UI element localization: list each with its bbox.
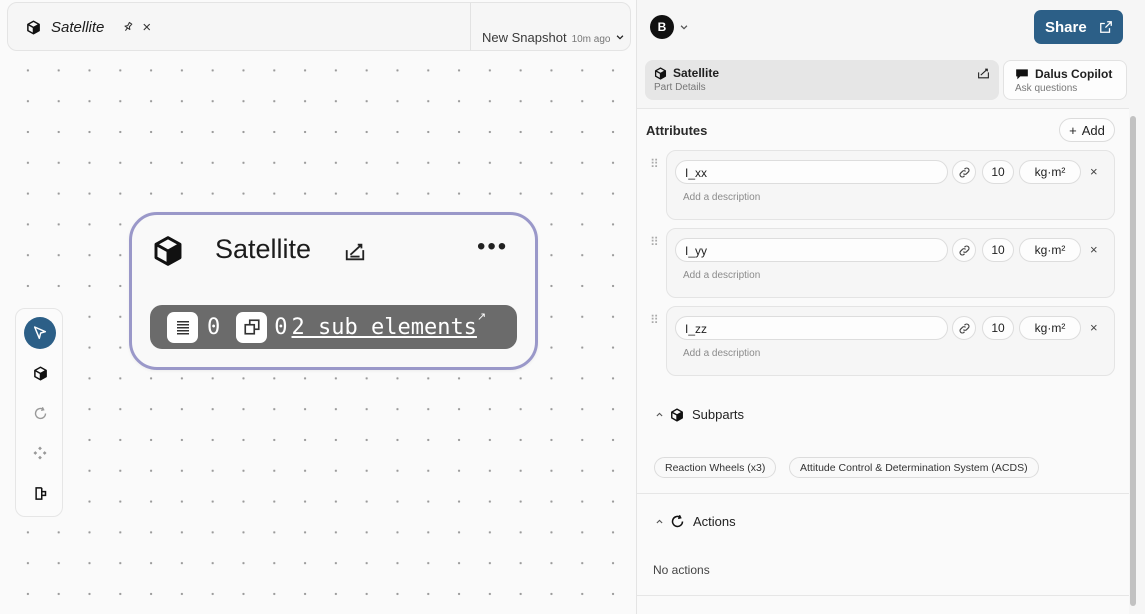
add-label: Add: [1081, 122, 1105, 138]
attribute-value-input[interactable]: 10: [982, 316, 1014, 340]
share-label: Share: [1045, 18, 1087, 36]
more-options-button[interactable]: •••: [477, 233, 508, 261]
attribute-unit-select[interactable]: kg·m²: [1019, 238, 1081, 262]
snapshot-time: 10m ago: [571, 34, 611, 45]
tab-part-details[interactable]: Satellite Part Details: [645, 60, 999, 100]
attribute-value-input[interactable]: 10: [982, 238, 1014, 262]
external-link-icon: [1099, 21, 1112, 33]
attribute-unit-select[interactable]: kg·m²: [1019, 316, 1081, 340]
subpart-chip[interactable]: Attitude Control & Determination System …: [789, 457, 1039, 478]
chevron-down-icon: [617, 35, 624, 40]
panel-tabs: Satellite Part Details Dalus Copilot Ask…: [645, 60, 1127, 100]
remove-attribute-button[interactable]: ×: [1090, 164, 1098, 179]
section-divider: [637, 493, 1129, 494]
snapshot-selector[interactable]: New Snapshot 10m ago: [482, 30, 625, 45]
avatar[interactable]: B: [650, 15, 674, 39]
actions-title: Actions: [693, 514, 736, 529]
canvas-topbar: Satellite × New Snapshot 10m ago: [7, 2, 631, 51]
canvas-toolbar: [15, 308, 63, 517]
attributes-count: 0: [207, 314, 221, 340]
parts-count: 0: [274, 314, 288, 340]
chevron-down-icon[interactable]: [679, 22, 689, 32]
attribute-row: ⠿ I_yy 10 kg·m² × Add a description: [650, 228, 1115, 298]
cube-icon: [671, 407, 683, 422]
scrollbar-thumb[interactable]: [1130, 116, 1136, 606]
details-panel: B Share Satellite Part Details Dalus Cop…: [636, 0, 1145, 614]
refresh-icon: [671, 514, 684, 528]
description-field[interactable]: Add a description: [683, 348, 760, 359]
select-tool-button[interactable]: [24, 317, 56, 349]
exit-tool-button[interactable]: [24, 477, 56, 509]
cube-icon: [154, 236, 182, 266]
close-icon[interactable]: ×: [142, 20, 151, 35]
tab-dalus-copilot[interactable]: Dalus Copilot Ask questions: [1003, 60, 1127, 100]
diagram-canvas[interactable]: Satellite × New Snapshot 10m ago Satelli…: [0, 0, 636, 614]
chevron-up-icon: [656, 412, 663, 417]
refresh-tool-button[interactable]: [24, 397, 56, 429]
plus-icon: +: [1069, 122, 1077, 138]
cube-icon: [27, 20, 40, 34]
attribute-row: ⠿ I_xx 10 kg·m² × Add a description: [650, 150, 1115, 220]
parts-icon: [236, 311, 268, 343]
node-stats-bar: 0 0 2 sub elements ↗: [150, 305, 517, 349]
cursor-icon: [33, 326, 47, 340]
pin-icon[interactable]: [122, 21, 134, 33]
snapshot-name: New Snapshot: [482, 30, 567, 45]
subparts-title: Subparts: [692, 407, 745, 422]
actions-header[interactable]: Actions: [655, 514, 736, 529]
remove-attribute-button[interactable]: ×: [1090, 242, 1098, 257]
description-field[interactable]: Add a description: [683, 270, 760, 281]
link-icon[interactable]: [952, 160, 976, 184]
remove-attribute-button[interactable]: ×: [1090, 320, 1098, 335]
node-title: Satellite: [215, 234, 312, 264]
attribute-unit-select[interactable]: kg·m²: [1019, 160, 1081, 184]
link-icon[interactable]: [952, 316, 976, 340]
attribute-name-input[interactable]: I_xx: [675, 160, 948, 184]
topbar-divider: [470, 3, 471, 51]
panel-scrollbar[interactable]: [1129, 110, 1137, 610]
drag-handle-icon[interactable]: ⠿: [650, 314, 660, 326]
attributes-heading: Attributes: [646, 123, 708, 138]
cube-icon: [33, 366, 47, 380]
refresh-icon: [34, 406, 46, 419]
app-root: Satellite × New Snapshot 10m ago Satelli…: [0, 0, 1145, 614]
tab-title: Dalus Copilot: [1035, 67, 1113, 81]
move-tool-button[interactable]: [24, 437, 56, 469]
attribute-name-input[interactable]: I_yy: [675, 238, 948, 262]
attributes-icon: [167, 311, 198, 343]
no-actions-text: No actions: [653, 563, 710, 577]
move-icon: [33, 446, 47, 460]
link-icon[interactable]: [952, 238, 976, 262]
edit-icon[interactable]: [977, 67, 990, 80]
tab-title: Satellite: [673, 66, 720, 80]
satellite-node[interactable]: Satellite ••• 0 0 2 sub elements ↗: [129, 212, 538, 370]
tab-subtitle: Ask questions: [1015, 83, 1078, 94]
tab-subtitle: Part Details: [654, 82, 706, 93]
chat-icon: [1016, 69, 1028, 80]
exit-icon: [34, 486, 46, 500]
panel-content: Attributes + Add ⠿ I_xx 10 kg·m² × Add a…: [637, 108, 1129, 614]
attribute-value-input[interactable]: 10: [982, 160, 1014, 184]
drag-handle-icon[interactable]: ⠿: [650, 236, 660, 248]
edit-icon[interactable]: [344, 241, 366, 263]
drag-handle-icon[interactable]: ⠿: [650, 158, 660, 170]
sub-elements-link[interactable]: 2 sub elements: [292, 315, 477, 340]
tab-satellite[interactable]: Satellite ×: [26, 16, 151, 38]
add-part-button[interactable]: [24, 357, 56, 389]
chevron-up-icon: [656, 519, 663, 524]
cube-icon: [654, 66, 667, 80]
subparts-header[interactable]: Subparts: [655, 407, 744, 422]
add-attribute-button[interactable]: + Add: [1059, 118, 1115, 142]
subpart-chip[interactable]: Reaction Wheels (x3): [654, 457, 777, 478]
attribute-row: ⠿ I_zz 10 kg·m² × Add a description: [650, 306, 1115, 376]
tab-title: Satellite: [51, 18, 105, 36]
share-button[interactable]: Share: [1034, 10, 1123, 44]
external-link-icon: ↗: [476, 311, 487, 323]
attribute-name-input[interactable]: I_zz: [675, 316, 948, 340]
description-field[interactable]: Add a description: [683, 192, 760, 203]
section-divider: [637, 595, 1129, 596]
